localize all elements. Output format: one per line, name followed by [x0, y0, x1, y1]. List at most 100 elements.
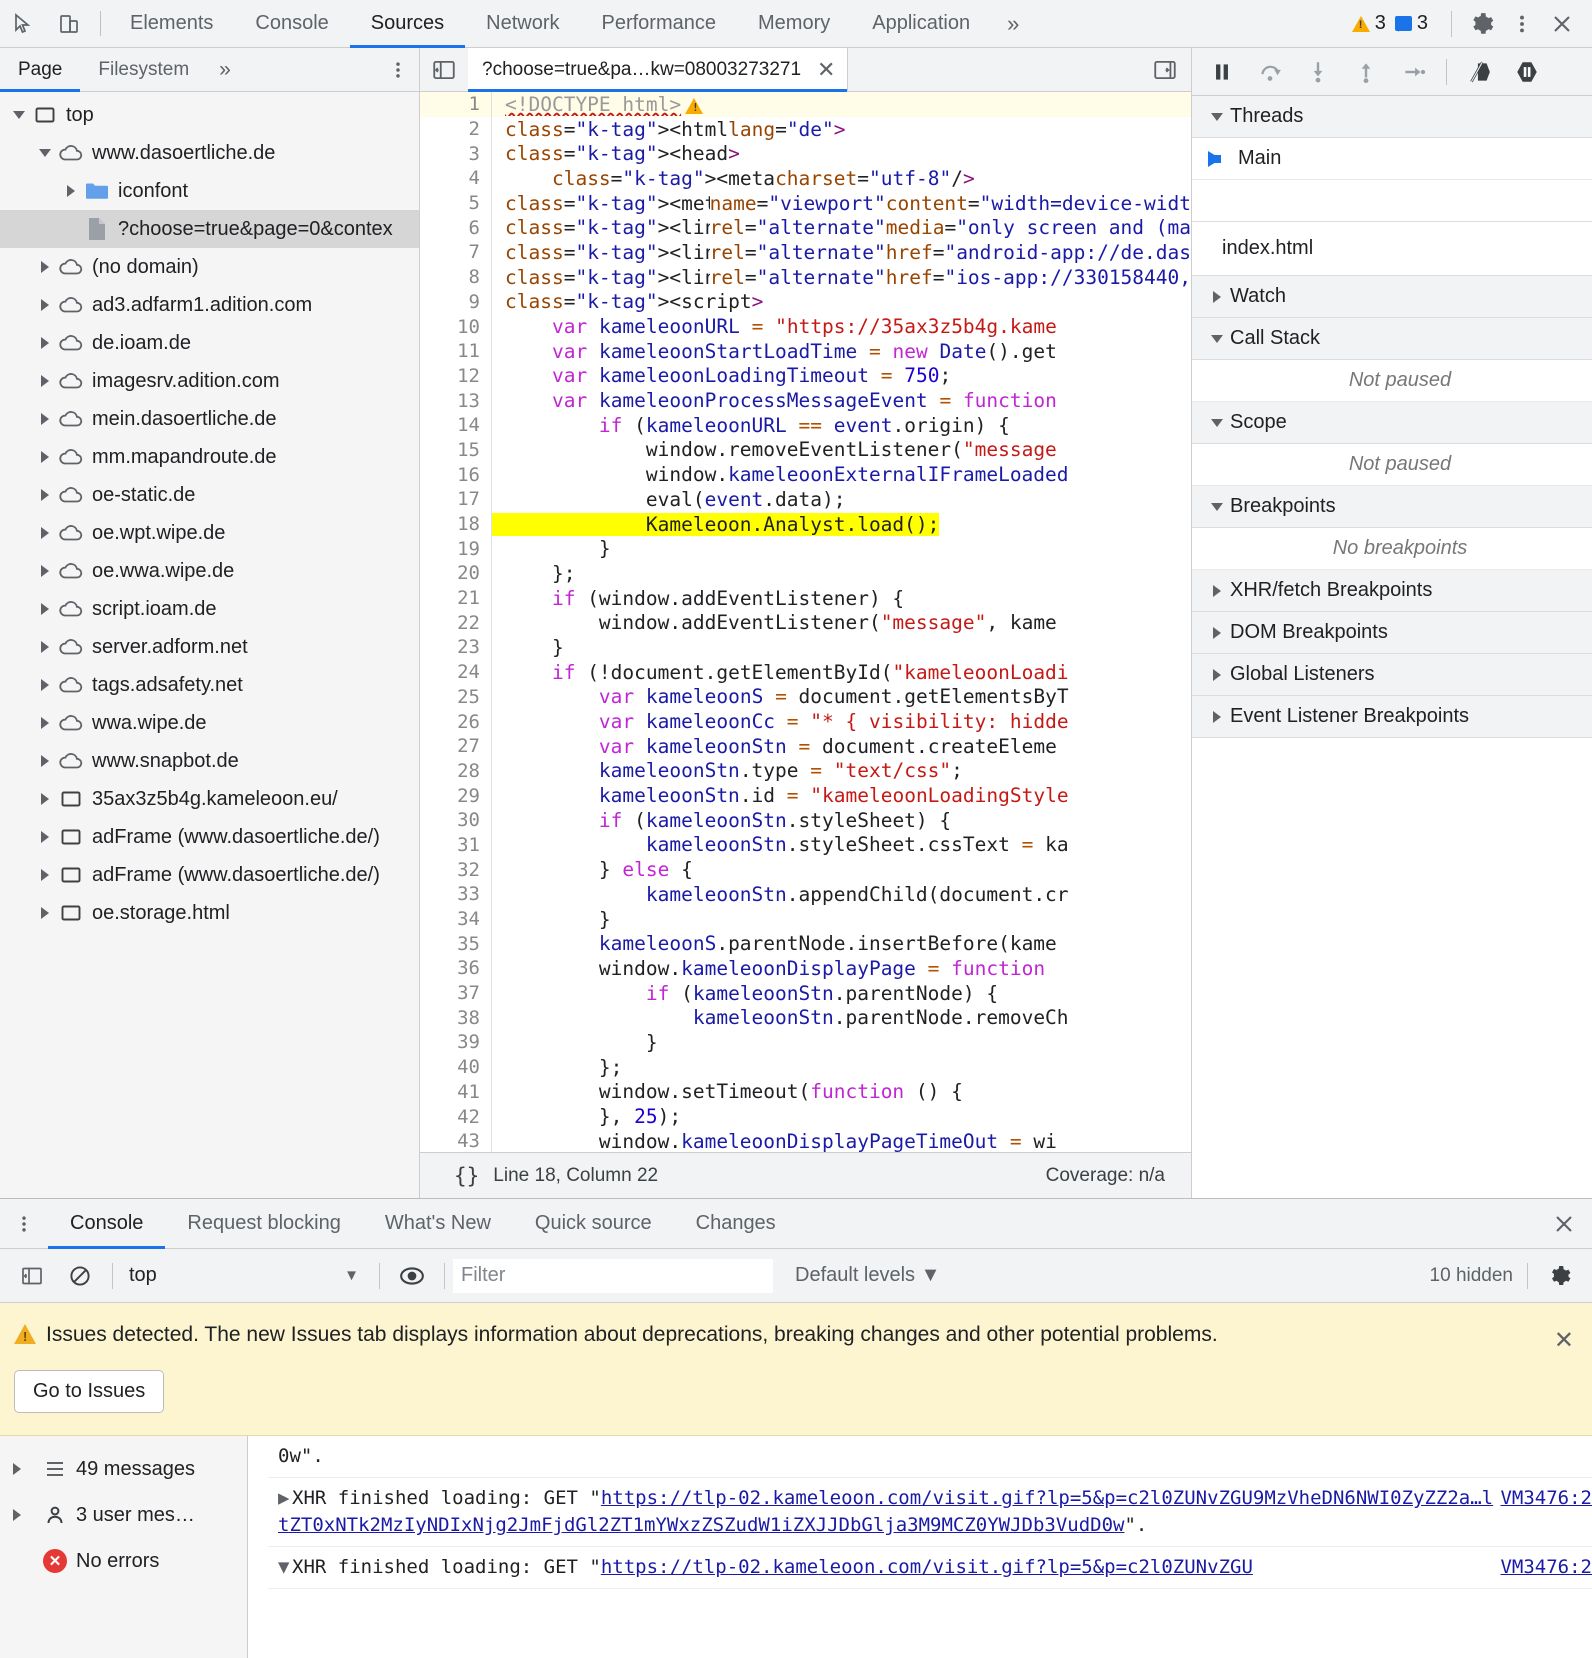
line-number[interactable]: 10	[420, 314, 492, 339]
code-line[interactable]: 25 var kameleoonS = document.getElements…	[420, 684, 1191, 710]
disclosure-triangle-icon[interactable]: ▼	[278, 1554, 292, 1581]
code-line[interactable]: 36 window.kameleoonDisplayPage = functio…	[420, 956, 1191, 981]
chevron-right-icon[interactable]	[34, 337, 56, 349]
code-line[interactable]: 4 class="k-tag"><meta charset = "utf-8" / >	[420, 166, 1191, 191]
drawer-close-icon[interactable]	[1536, 1199, 1592, 1248]
code-line[interactable]: 10 var kameleoonURL = "https://35ax3z5b4…	[420, 314, 1191, 339]
line-number[interactable]: 43	[420, 1128, 492, 1152]
line-number[interactable]: 36	[420, 956, 492, 981]
tree-item[interactable]: www.snapbot.de	[0, 742, 419, 780]
code-line[interactable]: 7class="k-tag"><link rel="alternate" hre…	[420, 240, 1191, 265]
tree-item[interactable]: top	[0, 96, 419, 134]
kebab-menu-icon[interactable]	[1502, 4, 1542, 44]
line-number[interactable]: 6	[420, 215, 492, 241]
console-message-row[interactable]: VM3476:2 ▶ XHR finished loading: GET "htt…	[268, 1478, 1592, 1548]
section-watch[interactable]: Watch	[1192, 276, 1592, 318]
tree-item[interactable]: wwa.wipe.de	[0, 704, 419, 742]
tree-item[interactable]: adFrame (www.dasoertliche.de/)	[0, 856, 419, 894]
line-number[interactable]: 42	[420, 1104, 492, 1129]
line-number[interactable]: 39	[420, 1030, 492, 1055]
step-icon[interactable]	[1390, 50, 1438, 94]
chevron-right-icon[interactable]	[34, 793, 56, 805]
tab-memory[interactable]: Memory	[737, 0, 851, 47]
chevron-right-icon[interactable]	[34, 831, 56, 843]
line-number[interactable]: 12	[420, 363, 492, 389]
code-line[interactable]: 12 var kameleoonLoadingTimeout = 750;	[420, 363, 1191, 389]
sidebar-item-messages[interactable]: 49 messages	[0, 1446, 247, 1492]
line-number[interactable]: 9	[420, 289, 492, 315]
line-number[interactable]: 22	[420, 610, 492, 636]
tree-item[interactable]: tags.adsafety.net	[0, 666, 419, 704]
line-number[interactable]: 16	[420, 462, 492, 487]
drawer-tab-quick-source[interactable]: Quick source	[513, 1199, 674, 1248]
line-number[interactable]: 3	[420, 141, 492, 167]
console-settings-gear-icon[interactable]	[1536, 1254, 1584, 1298]
tab-application[interactable]: Application	[851, 0, 991, 47]
tab-sources[interactable]: Sources	[349, 0, 466, 48]
console-filter-input[interactable]	[453, 1258, 773, 1293]
tree-item[interactable]: oe.wwa.wipe.de	[0, 552, 419, 590]
line-number[interactable]: 37	[420, 980, 492, 1006]
line-number[interactable]: 7	[420, 240, 492, 265]
chevron-right-icon[interactable]	[34, 603, 56, 615]
step-out-icon[interactable]	[1342, 50, 1390, 94]
code-line[interactable]: 39 }	[420, 1030, 1191, 1055]
line-number[interactable]: 38	[420, 1005, 492, 1031]
code-line[interactable]: 8class="k-tag"><link rel="alternate" hre…	[420, 264, 1191, 290]
code-line[interactable]: 11 var kameleoonStartLoadTime = new Date…	[420, 338, 1191, 364]
line-number[interactable]: 28	[420, 758, 492, 784]
section-xhr-breakpoints[interactable]: XHR/fetch Breakpoints	[1192, 570, 1592, 612]
tree-item[interactable]: ad3.adfarm1.adition.com	[0, 286, 419, 324]
show-console-sidebar-icon[interactable]	[8, 1254, 56, 1298]
code-line[interactable]: 17 eval(event.data);	[420, 487, 1191, 512]
section-event-listener-breakpoints[interactable]: Event Listener Breakpoints	[1192, 696, 1592, 738]
navigator-kebab-menu-icon[interactable]	[377, 48, 419, 91]
section-call-stack[interactable]: Call Stack	[1192, 318, 1592, 360]
navigator-more-chevron-icon[interactable]: »	[207, 48, 243, 91]
line-number[interactable]: 15	[420, 437, 492, 463]
line-number[interactable]: 14	[420, 412, 492, 438]
console-context-selector[interactable]: top ▼	[121, 1264, 371, 1287]
code-line[interactable]: 24 if (!document.getElementById("kameleo…	[420, 659, 1191, 685]
code-line[interactable]: 21 if (window.addEventListener) {	[420, 585, 1191, 611]
navigator-tab-page[interactable]: Page	[0, 48, 81, 92]
section-threads[interactable]: Threads	[1192, 96, 1592, 138]
code-line[interactable]: 35 kameleoonS.parentNode.insertBefore(ka…	[420, 931, 1191, 957]
line-number[interactable]: 5	[420, 190, 492, 216]
chevron-right-icon[interactable]	[34, 565, 56, 577]
editor-tab-active[interactable]: ?choose=true&pa…kw=08003273271 ✕	[468, 48, 849, 92]
line-number[interactable]: 11	[420, 338, 492, 364]
chevron-right-icon[interactable]	[34, 299, 56, 311]
chevron-down-icon[interactable]	[34, 149, 56, 157]
console-log-levels-selector[interactable]: Default levels ▼	[795, 1264, 940, 1287]
chevron-right-icon[interactable]	[34, 489, 56, 501]
line-number[interactable]: 40	[420, 1054, 492, 1080]
line-number[interactable]: 1	[420, 92, 492, 117]
code-line[interactable]: 6class="k-tag"><link rel="alternate" med…	[420, 215, 1191, 241]
navigator-tab-filesystem[interactable]: Filesystem	[80, 48, 207, 91]
show-debugger-icon[interactable]	[1139, 48, 1191, 91]
step-into-icon[interactable]	[1294, 50, 1342, 94]
tree-item[interactable]: oe-static.de	[0, 476, 419, 514]
chevron-right-icon[interactable]	[34, 375, 56, 387]
disclosure-triangle-icon[interactable]: ▶	[278, 1485, 292, 1512]
code-line[interactable]: 22 window.addEventListener("message", ka…	[420, 610, 1191, 636]
tree-item[interactable]: oe.wpt.wipe.de	[0, 514, 419, 552]
code-line[interactable]: 32 } else {	[420, 857, 1191, 882]
line-number[interactable]: 26	[420, 709, 492, 734]
code-line[interactable]: 9 class="k-tag"><script >	[420, 289, 1191, 315]
chevron-right-icon[interactable]	[34, 527, 56, 539]
live-expression-icon[interactable]	[388, 1254, 436, 1298]
line-number[interactable]: 35	[420, 931, 492, 957]
more-tabs-chevron-icon[interactable]: »	[991, 0, 1035, 47]
line-number[interactable]: 31	[420, 832, 492, 858]
source-code-viewer[interactable]: 1<!DOCTYPE html>2class="k-tag"><html lan…	[420, 92, 1191, 1152]
code-line[interactable]: 34 }	[420, 906, 1191, 932]
code-line[interactable]: 20 };	[420, 561, 1191, 586]
warning-badge[interactable]: 3 3	[1351, 12, 1437, 35]
code-line[interactable]: 27 var kameleoonStn = document.createEle…	[420, 733, 1191, 759]
code-line[interactable]: 2 class="k-tag"><html lang = "de" >	[420, 116, 1191, 142]
inspect-cursor-icon[interactable]	[0, 0, 46, 47]
chevron-right-icon[interactable]	[34, 641, 56, 653]
code-line[interactable]: 1 <!DOCTYPE html>	[420, 92, 1191, 117]
